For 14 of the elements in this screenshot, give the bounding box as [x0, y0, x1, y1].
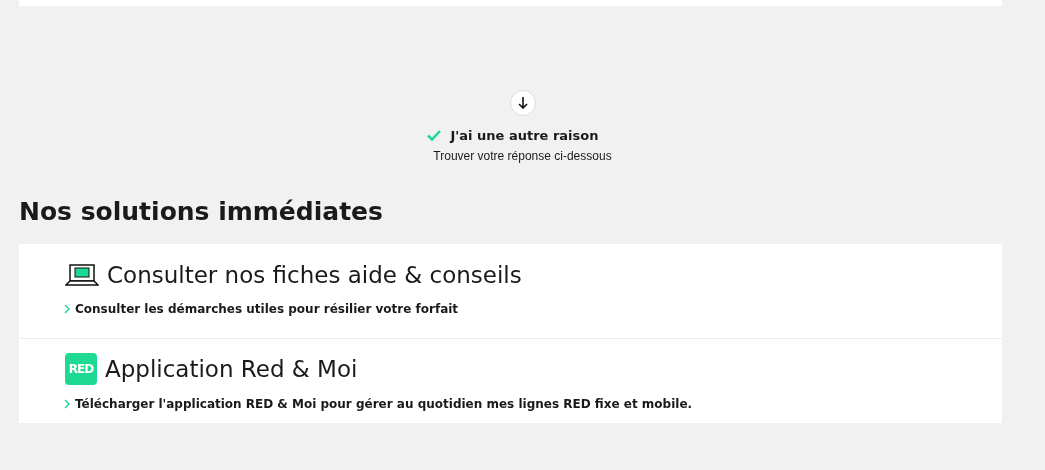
solution-link[interactable]: Consulter les démarches utiles pour résilier votre forfait — [75, 302, 459, 316]
chevron-icon — [64, 399, 70, 409]
solution-title: Application Red & Moi — [105, 355, 358, 384]
reason-subtitle: Trouver votre réponse ci-dessous — [433, 149, 612, 163]
check-icon — [426, 130, 441, 141]
solution-link[interactable]: Télécharger l'application RED & Moi pour gérer au quotidien mes lignes RED fixe et mobile. — [75, 397, 693, 411]
chevron-icon — [64, 304, 70, 314]
solution-title: Consulter nos fiches aide & conseils — [107, 261, 522, 290]
laptop-icon — [65, 264, 99, 286]
scroll-down-button[interactable] — [509, 90, 536, 116]
reason-title: J'ai une autre raison — [450, 128, 599, 143]
section-title: Nos solutions immédiates — [19, 197, 384, 227]
app-logo: RED — [65, 353, 97, 385]
arrow-down-icon — [517, 97, 528, 109]
